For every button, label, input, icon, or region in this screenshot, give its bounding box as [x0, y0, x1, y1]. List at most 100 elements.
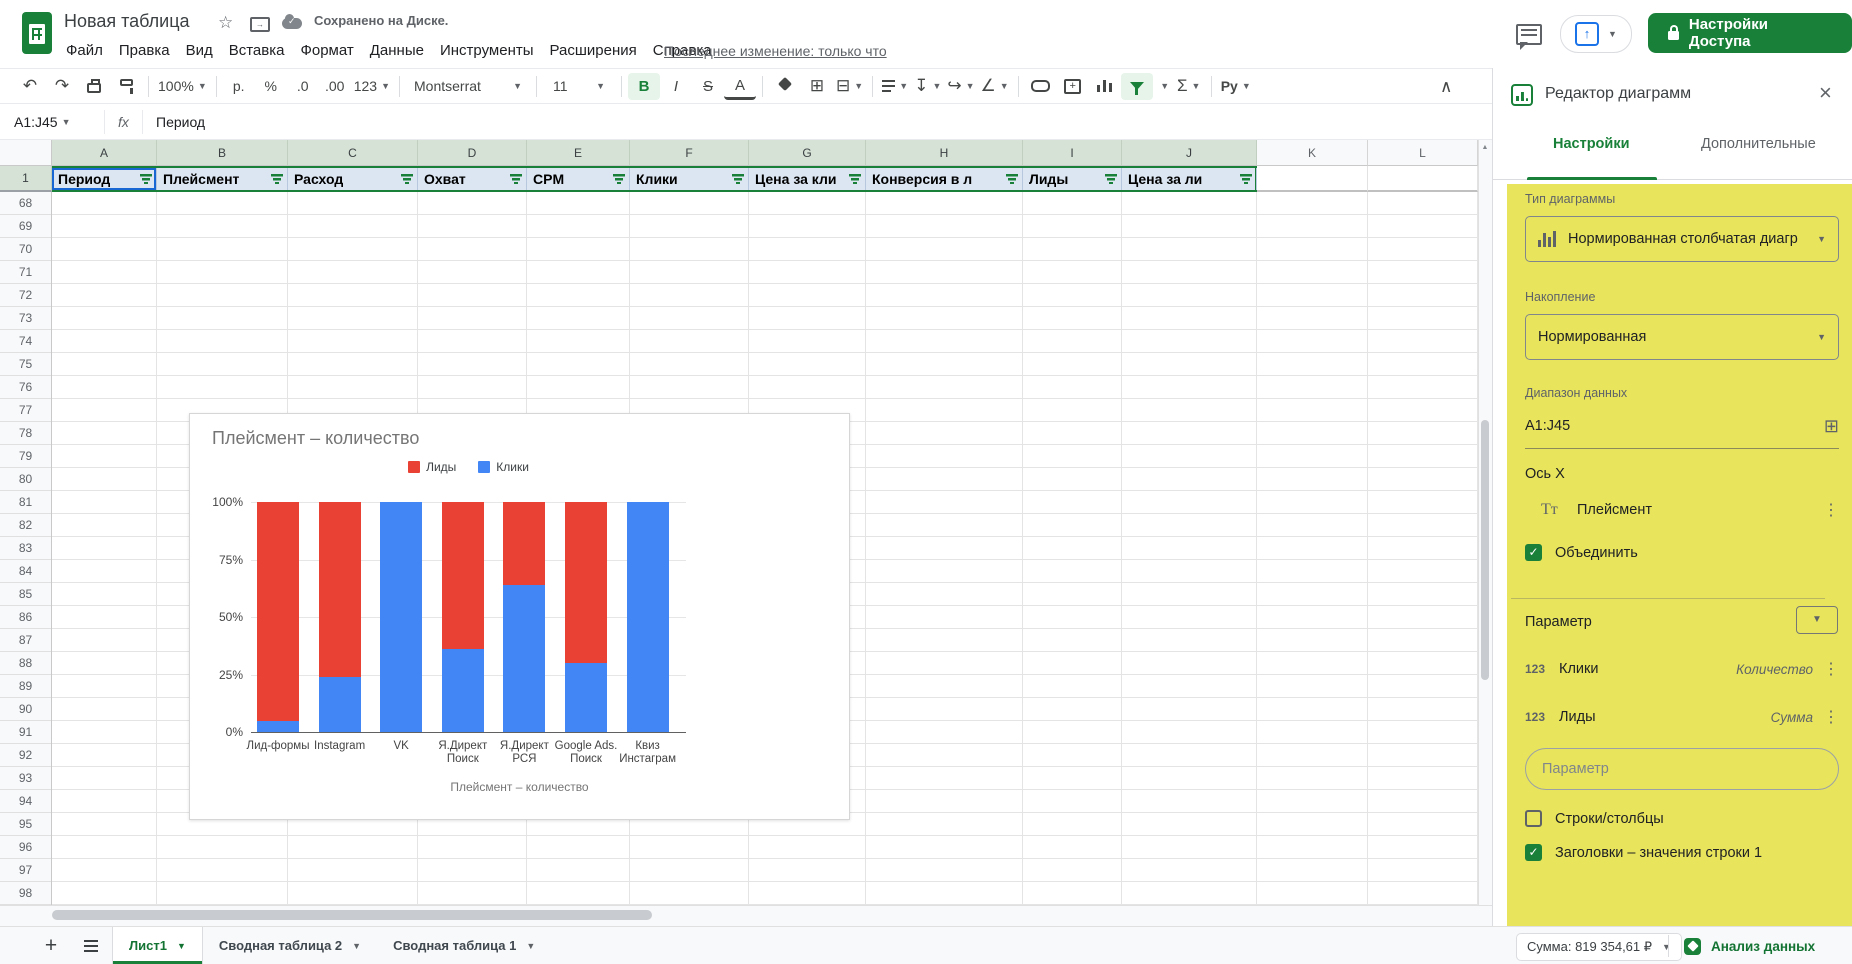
- bar-stack-5[interactable]: [503, 502, 545, 732]
- filter-header-cell-E1[interactable]: CPM: [527, 168, 630, 190]
- more-options-icon[interactable]: ⋮: [1823, 500, 1839, 520]
- comments-icon[interactable]: [1516, 24, 1542, 45]
- add-sheet-button[interactable]: +: [34, 927, 68, 964]
- series-row-Лиды[interactable]: 123ЛидыСумма⋮: [1525, 702, 1839, 732]
- column-header-L[interactable]: L: [1368, 140, 1478, 166]
- row-header-81[interactable]: 81: [0, 491, 51, 514]
- bar-stack-3[interactable]: [380, 502, 422, 732]
- format-button-.0[interactable]: .0: [287, 73, 319, 100]
- row-header-72[interactable]: 72: [0, 284, 51, 307]
- merge-cells-button[interactable]: ⊟▼: [833, 73, 866, 100]
- column-header-K[interactable]: K: [1257, 140, 1368, 166]
- row-header-95[interactable]: 95: [0, 813, 51, 836]
- panel-tab-Настройки[interactable]: Настройки: [1553, 136, 1630, 152]
- name-box[interactable]: A1:J45▼: [14, 104, 94, 140]
- strikethrough-button[interactable]: S: [692, 73, 724, 100]
- row-header-79[interactable]: 79: [0, 445, 51, 468]
- column-header-D[interactable]: D: [418, 140, 527, 166]
- row-header-89[interactable]: 89: [0, 675, 51, 698]
- header-cell-L1[interactable]: [1368, 166, 1478, 192]
- bar-stack-6[interactable]: [565, 502, 607, 732]
- row-header-82[interactable]: 82: [0, 514, 51, 537]
- print-button[interactable]: [78, 73, 110, 100]
- filter-views-caret[interactable]: ▼: [1153, 73, 1173, 100]
- column-header-C[interactable]: C: [288, 140, 418, 166]
- column-header-J[interactable]: J: [1122, 140, 1257, 166]
- row-header-96[interactable]: 96: [0, 836, 51, 859]
- move-to-folder-icon[interactable]: →: [250, 17, 270, 32]
- filter-icon[interactable]: [732, 174, 744, 184]
- text-color-button[interactable]: A: [724, 75, 756, 100]
- menu-Файл[interactable]: Файл: [58, 38, 111, 64]
- filter-header-cell-D1[interactable]: Охват: [418, 168, 527, 190]
- bar-stack-2[interactable]: [319, 502, 361, 732]
- row-header-77[interactable]: 77: [0, 399, 51, 422]
- column-header-G[interactable]: G: [749, 140, 866, 166]
- grid-corner[interactable]: [0, 140, 52, 166]
- horizontal-scrollbar-thumb[interactable]: [52, 910, 652, 920]
- format-button-р.[interactable]: р.: [223, 73, 255, 100]
- row-header-69[interactable]: 69: [0, 215, 51, 238]
- sheet-tab-Сводная таблица 2[interactable]: Сводная таблица 2▼: [203, 927, 377, 964]
- column-header-F[interactable]: F: [630, 140, 749, 166]
- row-header-70[interactable]: 70: [0, 238, 51, 261]
- filter-icon[interactable]: [613, 174, 625, 184]
- filter-icon[interactable]: [271, 174, 283, 184]
- format-button-%[interactable]: %: [255, 73, 287, 100]
- series-collapse-button[interactable]: ▼: [1796, 606, 1838, 634]
- embedded-chart[interactable]: Плейсмент – количество ЛидыКлики Плейсме…: [189, 413, 850, 820]
- row-header-97[interactable]: 97: [0, 859, 51, 882]
- vertical-align-button[interactable]: ↧▼: [911, 73, 944, 100]
- undo-button[interactable]: ↶: [14, 73, 46, 100]
- row-header-92[interactable]: 92: [0, 744, 51, 767]
- publish-button[interactable]: ↑ ▼: [1560, 15, 1632, 53]
- filter-header-cell-B1[interactable]: Плейсмент: [157, 168, 288, 190]
- formula-input[interactable]: Период: [156, 104, 205, 140]
- row-header-74[interactable]: 74: [0, 330, 51, 353]
- filter-header-cell-H1[interactable]: Конверсия в л: [866, 168, 1023, 190]
- share-access-button[interactable]: Настройки Доступа: [1648, 13, 1852, 53]
- bar-stack-1[interactable]: [257, 502, 299, 732]
- bar-stack-7[interactable]: [627, 502, 669, 732]
- document-title[interactable]: Новая таблица: [64, 11, 190, 32]
- x-axis-row[interactable]: Тт Плейсмент ⋮: [1541, 494, 1839, 526]
- row-header-80[interactable]: 80: [0, 468, 51, 491]
- font-size-select[interactable]: 11▼: [543, 73, 615, 100]
- bold-button[interactable]: B: [628, 73, 660, 100]
- row-header-1[interactable]: 1: [0, 166, 52, 192]
- insert-comment-button[interactable]: +: [1057, 73, 1089, 100]
- sheet-menu-caret[interactable]: ▼: [352, 941, 361, 951]
- filter-icon[interactable]: [140, 174, 152, 184]
- chart-type-select[interactable]: Нормированная столбчатая диагр ▼: [1525, 216, 1839, 262]
- row-header-73[interactable]: 73: [0, 307, 51, 330]
- filter-header-cell-J1[interactable]: Цена за ли: [1122, 168, 1257, 190]
- row-header-85[interactable]: 85: [0, 583, 51, 606]
- filter-button[interactable]: [1121, 73, 1153, 100]
- column-header-H[interactable]: H: [866, 140, 1023, 166]
- close-icon[interactable]: ×: [1819, 80, 1832, 106]
- use-row1-headers-checkbox[interactable]: ✓: [1525, 844, 1542, 861]
- sheet-menu-caret[interactable]: ▼: [177, 941, 186, 951]
- row-header-75[interactable]: 75: [0, 353, 51, 376]
- more-options-icon[interactable]: ⋮: [1823, 659, 1839, 679]
- horizontal-align-button[interactable]: ▼: [879, 73, 911, 100]
- panel-tab-Дополнительные[interactable]: Дополнительные: [1701, 136, 1816, 152]
- format-button-.00[interactable]: .00: [319, 73, 351, 100]
- row-header-71[interactable]: 71: [0, 261, 51, 284]
- filter-icon[interactable]: [1105, 174, 1117, 184]
- row-header-83[interactable]: 83: [0, 537, 51, 560]
- filter-icon[interactable]: [510, 174, 522, 184]
- collapse-toolbar-icon[interactable]: ∧: [1440, 77, 1452, 97]
- italic-button[interactable]: I: [660, 73, 692, 100]
- zoom-select[interactable]: 100%▼: [155, 73, 210, 100]
- functions-button[interactable]: Σ▼: [1173, 73, 1205, 100]
- filter-header-cell-A1[interactable]: Период: [52, 168, 157, 190]
- data-range-value[interactable]: A1:J45: [1525, 418, 1824, 434]
- filter-icon[interactable]: [1006, 174, 1018, 184]
- menu-Данные[interactable]: Данные: [362, 38, 432, 64]
- sheets-logo-icon[interactable]: [22, 12, 52, 54]
- column-header-E[interactable]: E: [527, 140, 630, 166]
- aggregate-checkbox[interactable]: ✓: [1525, 544, 1542, 561]
- paint-format-button[interactable]: [110, 73, 142, 100]
- font-select[interactable]: Montserrat▼: [406, 73, 530, 100]
